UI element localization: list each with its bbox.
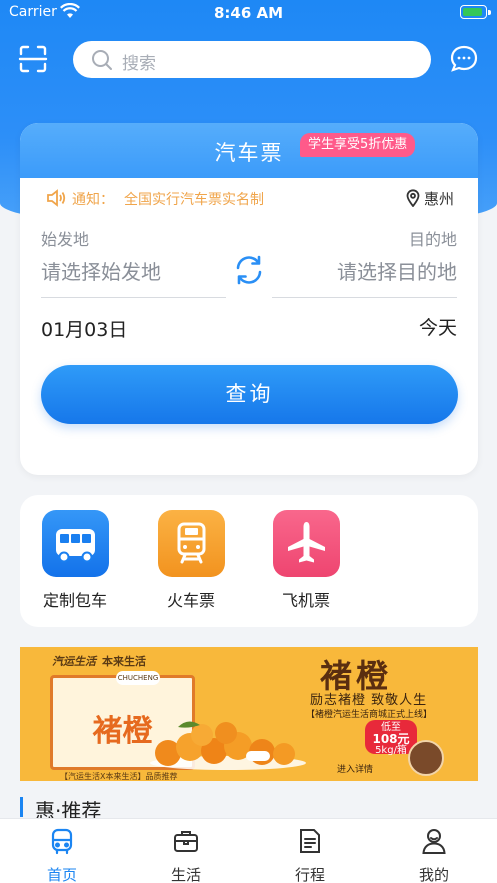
swap-icon[interactable] bbox=[232, 253, 266, 287]
battery-icon bbox=[460, 5, 491, 19]
location-selector[interactable]: 惠州 bbox=[406, 188, 454, 211]
scan-icon[interactable] bbox=[18, 44, 48, 74]
notice-text: 全国实行汽车票实名制 bbox=[124, 192, 264, 208]
document-icon bbox=[296, 829, 324, 859]
query-button[interactable]: 查询 bbox=[41, 365, 458, 424]
card-header: 汽车票 学生享受5折优惠 bbox=[20, 123, 478, 178]
notice-label: 通知： bbox=[72, 192, 114, 208]
tab-trips[interactable]: 行程 bbox=[265, 827, 355, 883]
banner-footnote: 【汽运生活X本来生活】品质推荐 bbox=[60, 772, 178, 781]
search-input[interactable]: 搜索 bbox=[73, 41, 431, 78]
section-marker bbox=[20, 797, 23, 817]
service-label: 定制包车 bbox=[42, 591, 107, 610]
banner-brand-right: 本来生活 bbox=[102, 655, 146, 668]
tab-label: 生活 bbox=[170, 866, 201, 883]
tab-home[interactable]: 首页 bbox=[17, 827, 107, 883]
briefcase-icon bbox=[172, 831, 200, 859]
ticket-search-card: 汽车票 学生享受5折优惠 通知： 全国实行汽车票实名制 惠州 始发地 目的地 请… bbox=[20, 123, 478, 475]
train-icon bbox=[157, 510, 225, 577]
brand-seal-icon bbox=[408, 740, 444, 776]
tab-label: 行程 bbox=[294, 866, 325, 883]
airplane-icon bbox=[272, 510, 340, 577]
service-flight[interactable]: 飞机票 bbox=[261, 510, 351, 611]
promo-badge[interactable]: 学生享受5折优惠 bbox=[300, 133, 416, 157]
tab-label: 我的 bbox=[418, 866, 449, 883]
date-selector[interactable]: 01月03日 bbox=[41, 315, 127, 342]
service-label: 飞机票 bbox=[281, 591, 330, 610]
tab-life[interactable]: 生活 bbox=[141, 827, 231, 883]
service-charter-bus[interactable]: 定制包车 bbox=[30, 510, 120, 611]
oranges-image bbox=[150, 721, 306, 770]
service-train[interactable]: 火车票 bbox=[146, 510, 236, 611]
user-icon bbox=[420, 829, 448, 859]
banner-badge: CHUCHENG bbox=[116, 671, 160, 685]
banner-brand-left: 汽运生活 bbox=[52, 655, 96, 668]
tab-label: 首页 bbox=[46, 866, 77, 883]
services-panel: 定制包车 火车票 飞机票 bbox=[20, 495, 478, 627]
tab-bar: 首页 生活 行程 我的 bbox=[0, 818, 497, 883]
tab-profile[interactable]: 我的 bbox=[389, 827, 479, 883]
destination-label: 目的地 bbox=[408, 230, 457, 249]
price-value: 108元 bbox=[372, 732, 410, 746]
origin-label: 始发地 bbox=[41, 230, 90, 249]
bus-icon bbox=[41, 510, 109, 577]
speaker-icon bbox=[46, 188, 68, 212]
message-icon[interactable] bbox=[449, 44, 479, 74]
banner-slogan: 励志褚橙 致敬人生 bbox=[310, 693, 428, 708]
carousel-indicator[interactable] bbox=[246, 751, 270, 761]
location-pin-icon bbox=[406, 189, 420, 211]
banner-cta[interactable]: 进入详情 bbox=[337, 762, 373, 775]
location-label: 惠州 bbox=[423, 190, 454, 208]
day-label: 今天 bbox=[418, 317, 457, 339]
clock: 8:46 AM bbox=[213, 4, 284, 22]
origin-field[interactable]: 请选择始发地 bbox=[41, 256, 226, 298]
destination-field[interactable]: 请选择目的地 bbox=[272, 256, 457, 298]
status-bar: Carrier 8:46 AM bbox=[0, 0, 497, 26]
bus-front-icon bbox=[48, 828, 76, 859]
service-label: 火车票 bbox=[166, 591, 215, 610]
promo-banner[interactable]: 汽运生活 本来生活 褚橙 CHUCHENG 褚橙 励志褚橙 致敬人生 【褚橙汽运… bbox=[20, 647, 478, 781]
search-icon bbox=[91, 49, 113, 75]
search-placeholder: 搜索 bbox=[122, 54, 156, 74]
banner-subtitle: 【褚橙汽运生活商城正式上线】 bbox=[306, 710, 433, 720]
